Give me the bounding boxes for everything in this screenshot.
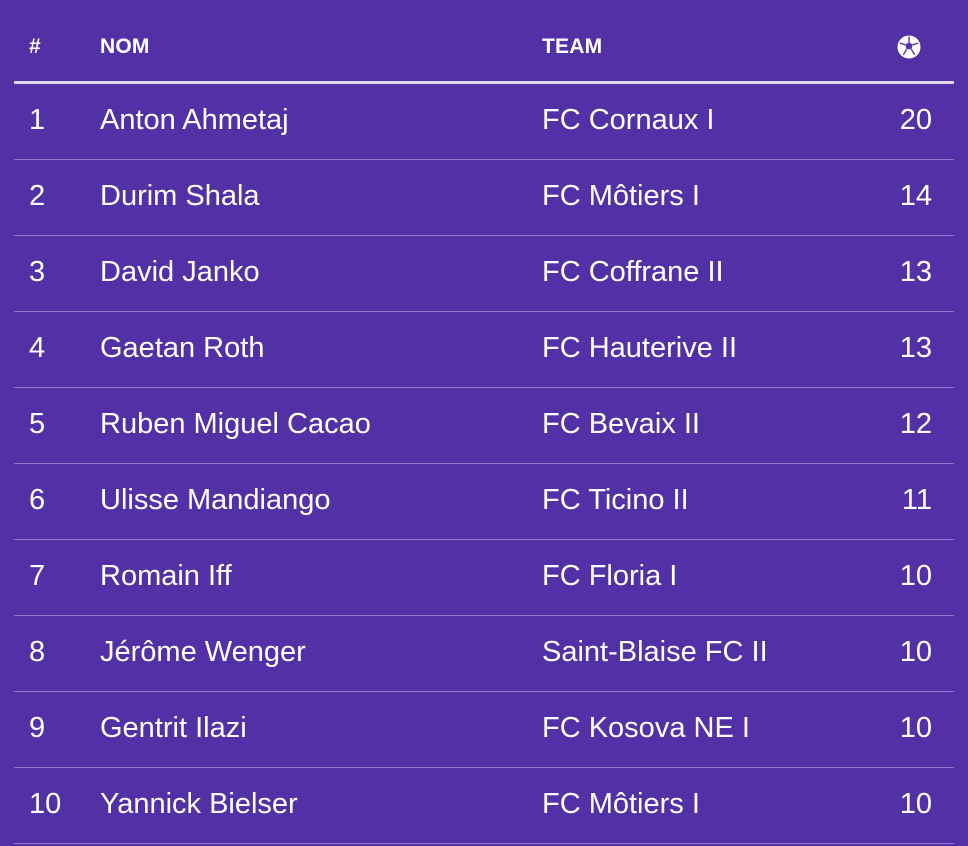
- rank-cell: 3: [29, 256, 46, 288]
- rank-cell: 5: [29, 408, 46, 440]
- goals-cell: 10: [899, 712, 932, 744]
- table-row: 1 Anton Ahmetaj FC Cornaux I 20: [14, 84, 954, 160]
- team-column-header: TEAM: [542, 35, 603, 58]
- team-cell: FC Môtiers I: [542, 180, 700, 212]
- team-cell: FC Coffrane II: [542, 256, 724, 288]
- table-row: 2 Durim Shala FC Môtiers I 14: [14, 160, 954, 236]
- rank-cell: 7: [29, 560, 46, 592]
- team-cell: Saint-Blaise FC II: [542, 636, 768, 668]
- player-name-cell: Jérôme Wenger: [100, 636, 306, 668]
- goals-cell: 13: [899, 332, 932, 364]
- player-name-cell: Ruben Miguel Cacao: [100, 408, 371, 440]
- rank-column-header: #: [29, 35, 41, 58]
- table-row: 3 David Janko FC Coffrane II 13: [14, 236, 954, 312]
- table-row: 6 Ulisse Mandiango FC Ticino II 11: [14, 464, 954, 540]
- table-row: 8 Jérôme Wenger Saint-Blaise FC II 10: [14, 616, 954, 692]
- rank-cell: 8: [29, 636, 46, 668]
- goals-cell: 14: [899, 180, 932, 212]
- table-row: 5 Ruben Miguel Cacao FC Bevaix II 12: [14, 388, 954, 464]
- rank-cell: 6: [29, 484, 46, 516]
- player-name-cell: Romain Iff: [100, 560, 232, 592]
- player-name-cell: Durim Shala: [100, 180, 260, 212]
- player-name-cell: Gentrit Ilazi: [100, 712, 247, 744]
- player-name-cell: Gaetan Roth: [100, 332, 265, 364]
- table-row: 10 Yannick Bielser FC Môtiers I 10: [14, 768, 954, 844]
- rank-cell: 1: [29, 104, 46, 136]
- player-name-cell: Yannick Bielser: [100, 788, 298, 820]
- table-header: # NOM TEAM: [14, 0, 954, 84]
- table-row: 9 Gentrit Ilazi FC Kosova NE I 10: [14, 692, 954, 768]
- team-cell: FC Kosova NE I: [542, 712, 750, 744]
- goals-cell: 12: [899, 408, 932, 440]
- goals-cell: 10: [899, 560, 932, 592]
- team-cell: FC Hauterive II: [542, 332, 737, 364]
- rank-cell: 4: [29, 332, 46, 364]
- soccer-ball-icon: [896, 34, 922, 60]
- goals-cell: 13: [899, 256, 932, 288]
- goals-cell: 20: [899, 104, 932, 136]
- team-cell: FC Môtiers I: [542, 788, 700, 820]
- rank-cell: 10: [29, 788, 62, 820]
- player-name-cell: Anton Ahmetaj: [100, 104, 289, 136]
- goals-cell: 10: [899, 788, 932, 820]
- team-cell: FC Floria I: [542, 560, 678, 592]
- rank-cell: 2: [29, 180, 46, 212]
- team-cell: FC Cornaux I: [542, 104, 715, 136]
- team-cell: FC Ticino II: [542, 484, 689, 516]
- player-name-cell: David Janko: [100, 256, 260, 288]
- goals-cell: 11: [901, 484, 932, 516]
- table-row: 7 Romain Iff FC Floria I 10: [14, 540, 954, 616]
- rank-cell: 9: [29, 712, 46, 744]
- table-row: 4 Gaetan Roth FC Hauterive II 13: [14, 312, 954, 388]
- player-name-cell: Ulisse Mandiango: [100, 484, 331, 516]
- scorers-table: # NOM TEAM 1 Anton Ahmetaj FC Cornaux I …: [14, 0, 954, 846]
- team-cell: FC Bevaix II: [542, 408, 700, 440]
- name-column-header: NOM: [100, 35, 150, 58]
- table-body: 1 Anton Ahmetaj FC Cornaux I 20 2 Durim …: [14, 84, 954, 844]
- goals-cell: 10: [899, 636, 932, 668]
